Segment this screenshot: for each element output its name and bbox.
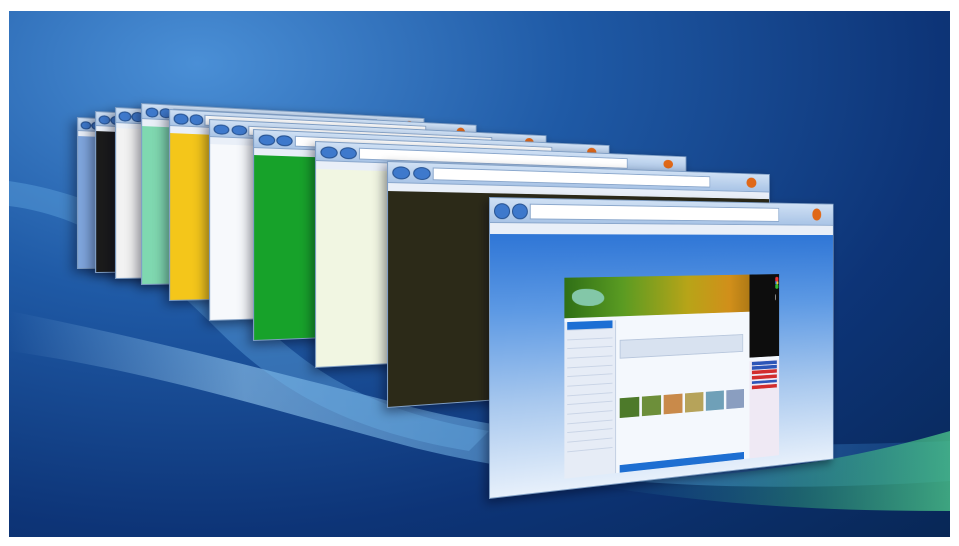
page-footer-bar	[620, 452, 744, 474]
sidebar-link[interactable]	[752, 383, 777, 390]
left-navigation	[564, 319, 617, 480]
back-button-icon[interactable]	[98, 114, 111, 125]
photo-thumbnails	[620, 389, 744, 419]
site-logo[interactable]	[571, 288, 605, 307]
window-stack	[9, 11, 950, 537]
thumbnail-image[interactable]	[642, 395, 662, 417]
medal-icon	[775, 294, 777, 301]
forward-button-icon[interactable]	[412, 167, 431, 181]
screenshot-frame	[0, 0, 959, 546]
back-button-icon[interactable]	[119, 111, 132, 122]
desktop-background	[9, 11, 950, 537]
back-button-icon[interactable]	[213, 123, 230, 136]
browser-menu-icon[interactable]	[663, 159, 673, 169]
header-banner-image	[564, 273, 780, 318]
thumbnail-image[interactable]	[705, 390, 724, 411]
side-promo-panel	[749, 273, 780, 358]
back-button-icon[interactable]	[258, 133, 275, 146]
forward-button-icon[interactable]	[512, 203, 528, 220]
search-panel[interactable]	[620, 333, 744, 360]
window-10[interactable]	[489, 197, 834, 499]
flower-logo-icon	[775, 276, 779, 289]
webpage-body	[564, 273, 780, 480]
address-bar[interactable]	[529, 203, 780, 222]
back-button-icon[interactable]	[494, 203, 511, 219]
forward-button-icon[interactable]	[276, 134, 293, 147]
forward-button-icon[interactable]	[189, 114, 204, 126]
back-button-icon[interactable]	[173, 113, 188, 125]
forward-button-icon[interactable]	[339, 146, 357, 160]
thumbnail-image[interactable]	[684, 392, 704, 413]
page-content[interactable]	[490, 234, 833, 498]
right-sidebar	[749, 359, 780, 459]
forward-button-icon[interactable]	[231, 124, 247, 137]
back-button-icon[interactable]	[320, 146, 338, 159]
thumbnail-image[interactable]	[726, 389, 744, 410]
thumbnail-image[interactable]	[663, 393, 683, 415]
back-button-icon[interactable]	[145, 107, 159, 119]
address-bar[interactable]	[432, 167, 710, 188]
back-button-icon[interactable]	[80, 120, 92, 130]
browser-menu-icon[interactable]	[746, 177, 757, 188]
browser-menu-icon[interactable]	[812, 208, 822, 221]
back-button-icon[interactable]	[392, 166, 411, 180]
window-titlebar[interactable]	[490, 198, 833, 226]
thumbnail-image[interactable]	[620, 396, 640, 419]
